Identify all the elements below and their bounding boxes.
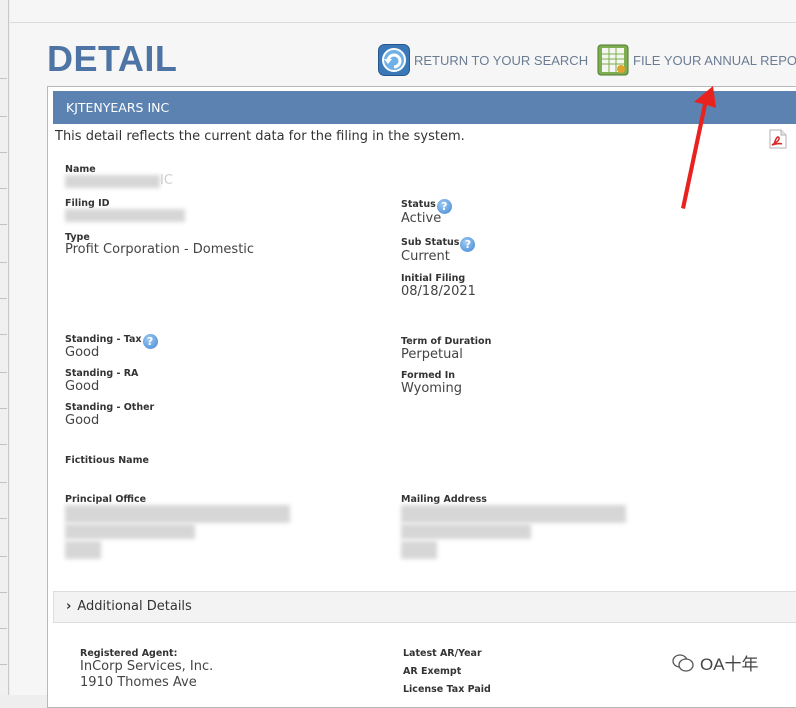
additional-details-toggle[interactable]: › Additional Details xyxy=(53,591,796,623)
mailing-address-redacted-1 xyxy=(401,505,626,523)
term-duration-label: Term of Duration xyxy=(401,336,492,347)
filing-id-label: Filing ID xyxy=(65,198,110,209)
sub-status-value: Current xyxy=(401,249,450,264)
chat-bubble-icon xyxy=(672,653,694,672)
left-scroll-edge xyxy=(0,0,9,695)
chevron-right-icon: › xyxy=(66,599,72,614)
registered-agent-address: 1910 Thomes Ave xyxy=(80,675,197,690)
standing-other-label: Standing - Other xyxy=(65,402,155,413)
name-label: Name xyxy=(65,164,96,175)
detail-panel: KJTENYEARS INC This detail reflects the … xyxy=(47,86,796,708)
standing-ra-label: Standing - RA xyxy=(65,368,139,379)
type-value: Profit Corporation - Domestic xyxy=(65,242,255,257)
top-divider xyxy=(10,22,796,23)
latest-ar-label: Latest AR/Year xyxy=(403,648,482,659)
principal-office-redacted-1 xyxy=(65,505,290,523)
mailing-address-redacted-3 xyxy=(401,541,437,559)
standing-other-value: Good xyxy=(65,413,100,428)
intro-text: This detail reflects the current data fo… xyxy=(55,129,465,144)
additional-details-title: Additional Details xyxy=(77,599,192,614)
initial-filing-value: 08/18/2021 xyxy=(401,284,476,299)
name-redacted xyxy=(65,175,160,188)
initial-filing-label: Initial Filing xyxy=(401,273,466,284)
return-to-search-label: RETURN TO YOUR SEARCH xyxy=(414,52,589,68)
license-tax-paid-label: License Tax Paid xyxy=(403,684,491,695)
ar-exempt-label: AR Exempt xyxy=(403,666,462,677)
help-icon[interactable]: ? xyxy=(142,334,158,349)
name-value-suffix: IC xyxy=(160,173,173,188)
fictitious-name-label: Fictitious Name xyxy=(65,455,149,466)
standing-ra-value: Good xyxy=(65,379,100,394)
file-annual-report-label: FILE YOUR ANNUAL REPO xyxy=(633,52,796,68)
page-title: DETAIL xyxy=(47,38,178,79)
file-annual-report-link[interactable]: FILE YOUR ANNUAL REPO xyxy=(597,43,796,77)
filing-id-redacted xyxy=(65,209,185,222)
registered-agent-label: Registered Agent: xyxy=(80,648,178,659)
formed-in-value: Wyoming xyxy=(401,381,463,396)
return-arrow-icon xyxy=(378,44,410,76)
return-to-search-link[interactable]: RETURN TO YOUR SEARCH xyxy=(378,43,588,77)
help-icon[interactable]: ? xyxy=(460,237,476,252)
principal-office-redacted-2 xyxy=(65,524,195,539)
registered-agent-name: InCorp Services, Inc. xyxy=(80,659,214,674)
mailing-address-redacted-2 xyxy=(401,524,531,539)
status-value: Active xyxy=(401,211,442,226)
mailing-address-label: Mailing Address xyxy=(401,494,487,505)
pdf-icon[interactable] xyxy=(769,129,787,149)
standing-tax-value: Good xyxy=(65,345,100,360)
company-header: KJTENYEARS INC xyxy=(53,91,796,124)
principal-office-redacted-3 xyxy=(65,541,101,559)
watermark-text: OA十年 xyxy=(700,655,759,674)
principal-office-label: Principal Office xyxy=(65,494,147,505)
annual-report-icon xyxy=(597,44,629,76)
term-duration-value: Perpetual xyxy=(401,347,463,362)
formed-in-label: Formed In xyxy=(401,370,456,381)
watermark: OA十年 xyxy=(672,650,759,675)
